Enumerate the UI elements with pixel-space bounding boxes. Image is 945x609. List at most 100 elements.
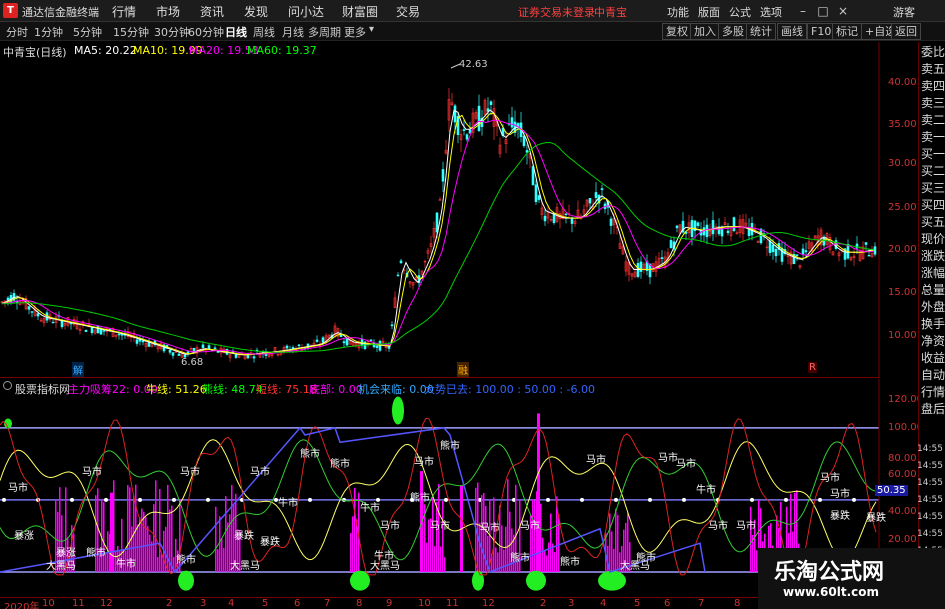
x-tick: 4 [600,598,607,609]
indicator-settings-icon[interactable] [3,381,12,390]
side-item[interactable]: 卖五 [921,61,945,77]
x-tick: 6 [664,598,671,609]
side-item[interactable]: 涨幅 [921,265,945,281]
side-item[interactable]: 买三 [921,180,945,196]
multi-stock-button[interactable]: 多股 [718,23,748,40]
candle-body [141,340,145,343]
indicator-title[interactable]: 股票指标网 [15,381,70,397]
guest-label[interactable]: 游客 [893,4,915,20]
side-item[interactable]: 卖一 [921,129,945,145]
candle-body [774,248,778,257]
back-button[interactable]: 返回 [891,23,921,40]
period-monthly[interactable]: 月线 [282,24,304,40]
absorb-spike [110,492,113,572]
side-item[interactable]: 换手 [921,316,945,332]
high-price-label: 42.63 [459,59,488,70]
side-item[interactable]: 卖二 [921,112,945,128]
marker-margin[interactable]: 融 [457,362,469,377]
period-multi[interactable]: 多周期 [308,24,341,40]
menu-market[interactable]: 市场 [156,3,180,20]
bottom-signal [350,570,370,591]
menu-wealth[interactable]: 财富圈 [342,3,378,20]
side-item[interactable]: 买五 [921,214,945,230]
x-tick: 9 [386,598,393,609]
minimize-icon[interactable]: – [794,2,812,20]
kline-svg [0,42,880,378]
period-more[interactable]: 更多 [344,24,366,40]
level-50-dot [104,497,108,502]
mark-button[interactable]: 标记 [832,23,862,40]
marker-r[interactable]: R [808,362,817,373]
sub-y-tick: 80.00 [888,453,917,464]
period-5min[interactable]: 5分钟 [73,24,102,40]
menu-formula[interactable]: 公式 [729,4,751,20]
level-50-dot [682,497,686,502]
menu-xiaoda[interactable]: 问小达 [288,3,324,20]
period-60min[interactable]: 60分钟 [188,24,224,40]
draw-line-button[interactable]: 画线 [777,23,807,40]
signal-label: 马市 [830,489,850,500]
x-tick: 2 [540,598,547,609]
period-30min[interactable]: 30分钟 [154,24,190,40]
statistics-button[interactable]: 统计 [746,23,776,40]
side-item[interactable]: 行情 [921,384,945,400]
more-dropdown-icon[interactable]: ▾ [369,24,374,35]
side-item[interactable]: 买二 [921,163,945,179]
absorb-spike [537,413,540,572]
menu-quotes[interactable]: 行情 [112,3,136,20]
candle-body [453,105,457,123]
side-item[interactable]: 买四 [921,197,945,213]
menu-layout[interactable]: 版面 [698,4,720,20]
period-weekly[interactable]: 周线 [253,24,275,40]
stock-name-title: 中青宝 [594,6,627,19]
sub-y-tick: 40.00 [888,506,917,517]
side-item[interactable]: 收益 [921,350,945,366]
side-item[interactable]: 总量 [921,282,945,298]
side-item[interactable]: 盘后 [921,401,945,417]
candle-body [177,353,181,356]
menu-options[interactable]: 选项 [760,4,782,20]
signal-label: 牛市 [116,559,136,570]
candle-body [27,306,31,310]
side-item[interactable]: 涨跌 [921,248,945,264]
period-timeshare[interactable]: 分时 [6,24,28,40]
side-item[interactable]: 净资 [921,333,945,349]
absorb-bar [540,503,542,572]
candle-body [732,217,736,232]
add-button[interactable]: 加入 [690,23,720,40]
menu-news[interactable]: 资讯 [200,3,224,20]
period-1min[interactable]: 1分钟 [34,24,63,40]
indicator-chart[interactable]: 股票指标网 主力吸筹22: 0.00 牛线: 51.26 熊线: 48.74 短… [0,379,923,597]
level-50-dot [852,497,856,502]
signal-label: 暴涨 [14,531,34,542]
restore-rights-button[interactable]: 复权 [662,23,692,40]
x-tick: 5 [634,598,641,609]
side-item[interactable]: 卖四 [921,78,945,94]
maximize-icon[interactable]: □ [814,2,832,20]
menu-trade[interactable]: 交易 [396,3,420,20]
absorb-bar [157,556,159,572]
side-item[interactable]: 卖三 [921,95,945,111]
marker-unlock[interactable]: 解 [72,362,84,377]
side-item[interactable]: 现价 [921,231,945,247]
absorb-bar [161,554,163,572]
x-tick: 11 [72,598,85,609]
side-time: 14:55 [917,495,943,505]
candle-body [609,218,613,226]
period-daily[interactable]: 日线 [225,24,247,40]
absorb-bar [153,504,155,572]
signal-label: 马市 [250,467,270,478]
login-status[interactable]: 证券交易未登录 [518,4,595,20]
indicator-bear: 熊线: 48.74 [202,383,263,396]
side-item[interactable]: 买一 [921,146,945,162]
side-item[interactable]: 外盘 [921,299,945,315]
side-item[interactable]: 委比 [921,44,945,60]
menu-discover[interactable]: 发现 [244,3,268,20]
period-15min[interactable]: 15分钟 [113,24,149,40]
menu-function[interactable]: 功能 [667,4,689,20]
candle-body [669,240,673,249]
kline-chart[interactable]: 中青宝(日线) MA5: 20.22 MA10: 19.99 MA20: 19.… [0,42,917,378]
close-icon[interactable]: × [834,2,852,20]
signal-label: 马市 [820,473,840,484]
side-item[interactable]: 自动 [921,367,945,383]
